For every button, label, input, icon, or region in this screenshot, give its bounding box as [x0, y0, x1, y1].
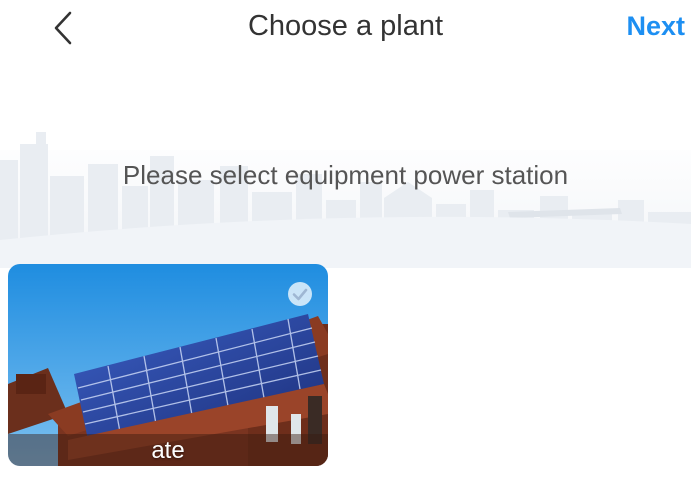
select-station-prompt: Please select equipment power station — [122, 160, 569, 190]
banner: Please select equipment power station — [0, 120, 691, 268]
next-button[interactable]: Next — [626, 11, 685, 42]
header-bar: Choose a plant Next — [0, 0, 691, 56]
check-circle-icon — [286, 280, 314, 308]
page-title: Choose a plant — [247, 10, 444, 42]
city-skyline-illustration — [0, 132, 691, 268]
plant-card[interactable]: ate — [8, 264, 328, 466]
plant-name: ate — [151, 437, 185, 464]
